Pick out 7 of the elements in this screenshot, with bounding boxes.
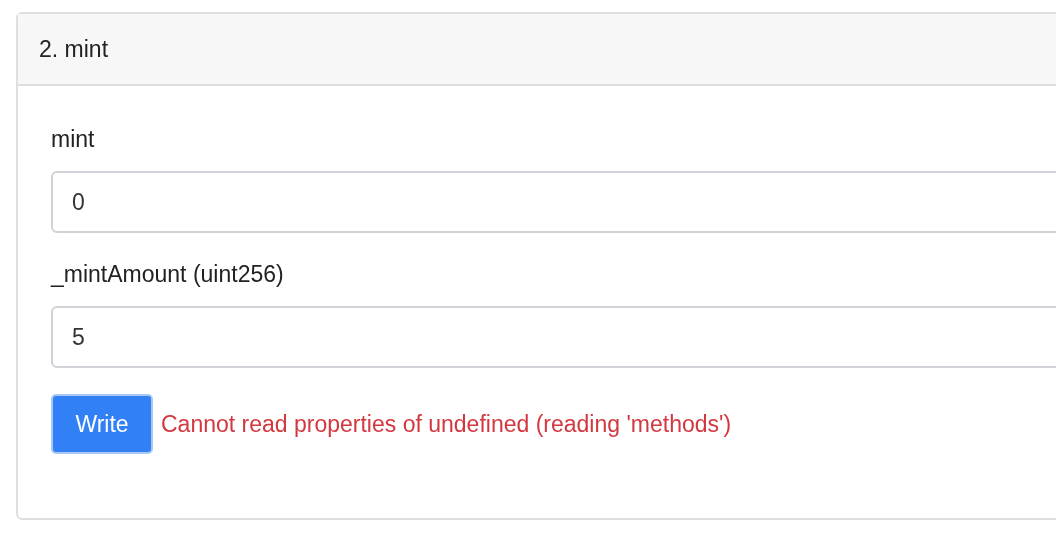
error-message: Cannot read properties of undefined (reading 'methods') xyxy=(161,410,732,438)
input-field[interactable]: 0 xyxy=(51,171,1056,233)
field-label: mint xyxy=(51,126,96,153)
field-label: _mintAmount (uint256) xyxy=(51,261,285,288)
write-button[interactable]: Write xyxy=(51,394,153,454)
card-title: 2. mint xyxy=(39,35,109,63)
input-field[interactable]: 5 xyxy=(51,306,1056,368)
